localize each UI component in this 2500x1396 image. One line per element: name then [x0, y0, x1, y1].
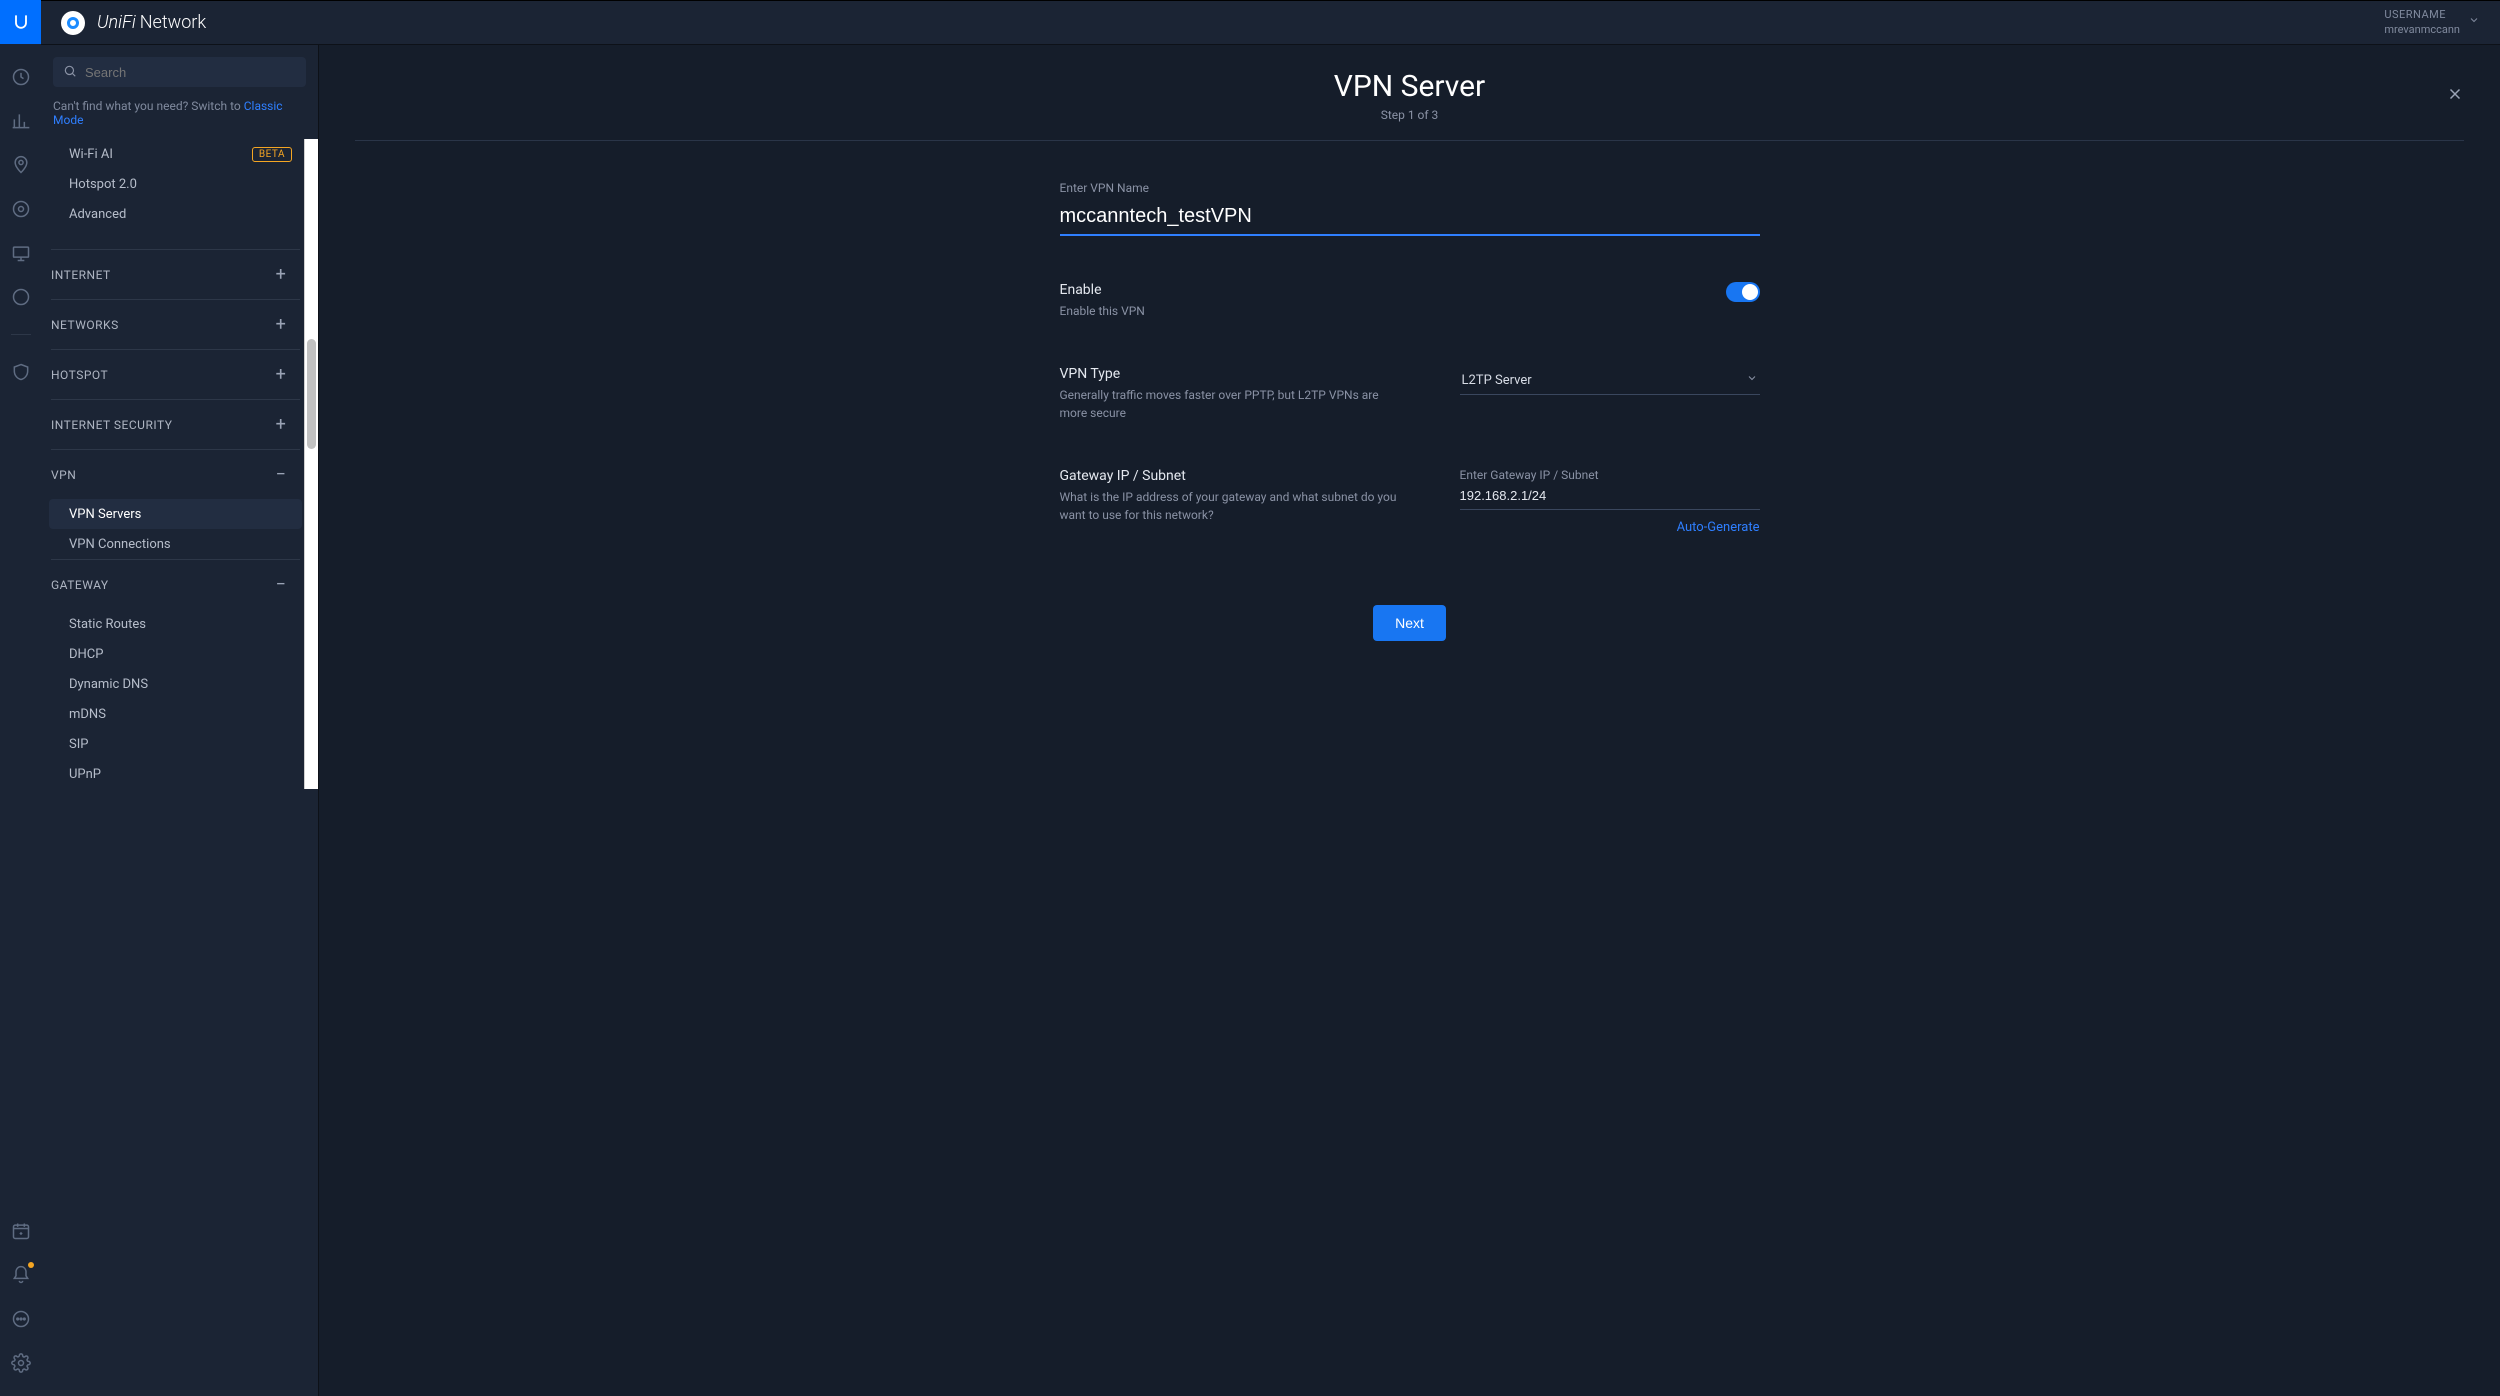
chat-icon[interactable] [10, 1308, 32, 1330]
sidebar-item-advanced[interactable]: Advanced [41, 199, 310, 229]
security-icon[interactable] [10, 361, 32, 383]
icon-rail [0, 0, 41, 1396]
sidebar-item-vpn-servers[interactable]: VPN Servers [49, 499, 302, 529]
collapse-icon[interactable]: − [272, 464, 290, 485]
chevron-down-icon [1746, 372, 1758, 388]
enable-title: Enable [1060, 282, 1400, 298]
statistics-icon[interactable] [10, 110, 32, 132]
brand-title: UniFiNetwork [97, 12, 206, 33]
sidebar-item-label: Advanced [69, 207, 126, 222]
sidebar-item-label: SIP [69, 737, 88, 752]
devices-icon[interactable] [10, 198, 32, 220]
section-label: INTERNET SECURITY [51, 418, 172, 432]
section-label: HOTSPOT [51, 368, 108, 382]
vpn-type-desc: Generally traffic moves faster over PPTP… [1060, 386, 1400, 422]
section-internet[interactable]: INTERNET + [51, 250, 300, 299]
sidebar-item-label: Dynamic DNS [69, 677, 148, 692]
settings-sidebar: Can't find what you need? Switch to Clas… [41, 45, 319, 1396]
sidebar-item-upnp[interactable]: UPnP [41, 759, 310, 789]
sidebar-item-dhcp[interactable]: DHCP [41, 639, 310, 669]
sidebar-item-label: UPnP [69, 767, 101, 782]
section-label: NETWORKS [51, 318, 119, 332]
gateway-title: Gateway IP / Subnet [1060, 468, 1400, 484]
panel-step: Step 1 of 3 [319, 108, 2500, 122]
unifi-logo-icon[interactable] [0, 0, 41, 44]
vpn-name-input[interactable] [1060, 201, 1760, 236]
network-app-icon[interactable] [61, 11, 85, 35]
sidebar-item-label: VPN Connections [69, 537, 171, 552]
search-input[interactable] [85, 65, 296, 80]
gateway-input[interactable] [1460, 484, 1760, 510]
clients-icon[interactable] [10, 242, 32, 264]
close-button[interactable] [2446, 85, 2464, 107]
auto-generate-link[interactable]: Auto-Generate [1677, 520, 1760, 535]
section-internet-security[interactable]: INTERNET SECURITY + [51, 400, 300, 449]
section-hotspot[interactable]: HOTSPOT + [51, 350, 300, 399]
vpn-name-label: Enter VPN Name [1060, 181, 1760, 195]
section-label: INTERNET [51, 268, 111, 282]
section-label: VPN [51, 468, 76, 482]
panel-title: VPN Server [319, 69, 2500, 104]
notifications-icon[interactable] [10, 1264, 32, 1286]
map-icon[interactable] [10, 154, 32, 176]
expand-icon[interactable]: + [272, 264, 290, 285]
sidebar-item-label: DHCP [69, 647, 103, 662]
sidebar-item-label: Wi-Fi AI [69, 147, 113, 162]
gateway-input-label: Enter Gateway IP / Subnet [1460, 468, 1599, 482]
classic-mode-hint: Can't find what you need? Switch to Clas… [41, 99, 318, 139]
section-gateway[interactable]: GATEWAY − [51, 560, 300, 609]
sidebar-item-label: mDNS [69, 707, 106, 722]
rail-divider [11, 334, 31, 335]
events-icon[interactable] [10, 1220, 32, 1242]
vpn-type-title: VPN Type [1060, 366, 1400, 382]
vpn-type-value: L2TP Server [1462, 373, 1532, 388]
username-label: USERNAME [2384, 8, 2460, 22]
gateway-desc: What is the IP address of your gateway a… [1060, 488, 1400, 524]
sidebar-item-static-routes[interactable]: Static Routes [41, 609, 310, 639]
section-networks[interactable]: NETWORKS + [51, 300, 300, 349]
search-input-wrapper[interactable] [53, 57, 306, 87]
chevron-down-icon [2468, 14, 2480, 30]
sidebar-item-label: Hotspot 2.0 [69, 177, 137, 192]
collapse-icon[interactable]: − [272, 574, 290, 595]
expand-icon[interactable]: + [272, 414, 290, 435]
sidebar-item-vpn-connections[interactable]: VPN Connections [41, 529, 310, 559]
beta-badge: BETA [252, 147, 292, 162]
panel-divider [355, 140, 2464, 141]
vpn-type-select[interactable]: L2TP Server [1460, 366, 1760, 395]
search-icon [63, 63, 77, 82]
sidebar-item-dynamic-dns[interactable]: Dynamic DNS [41, 669, 310, 699]
sidebar-item-mdns[interactable]: mDNS [41, 699, 310, 729]
sidebar-item-label: VPN Servers [69, 507, 141, 522]
settings-icon[interactable] [10, 1352, 32, 1374]
dashboard-icon[interactable] [10, 66, 32, 88]
expand-icon[interactable]: + [272, 314, 290, 335]
section-label: GATEWAY [51, 578, 109, 592]
username-value: mrevanmccann [2384, 23, 2460, 37]
enable-desc: Enable this VPN [1060, 302, 1400, 320]
insights-icon[interactable] [10, 286, 32, 308]
sidebar-scrollbar[interactable] [304, 139, 318, 789]
expand-icon[interactable]: + [272, 364, 290, 385]
sidebar-item-wi-fi-ai[interactable]: Wi-Fi AI BETA [41, 139, 310, 169]
sidebar-item-hotspot-2-0[interactable]: Hotspot 2.0 [41, 169, 310, 199]
sidebar-item-sip[interactable]: SIP [41, 729, 310, 759]
scrollbar-thumb[interactable] [307, 339, 316, 449]
enable-toggle[interactable] [1726, 282, 1760, 302]
section-vpn[interactable]: VPN − [51, 450, 300, 499]
user-menu[interactable]: USERNAME mrevanmccann [2384, 8, 2480, 37]
next-button[interactable]: Next [1373, 605, 1446, 641]
sidebar-item-label: Static Routes [69, 617, 146, 632]
header: UniFiNetwork USERNAME mrevanmccann [41, 1, 2500, 45]
main-panel: VPN Server Step 1 of 3 Enter VPN Name En… [319, 45, 2500, 1396]
